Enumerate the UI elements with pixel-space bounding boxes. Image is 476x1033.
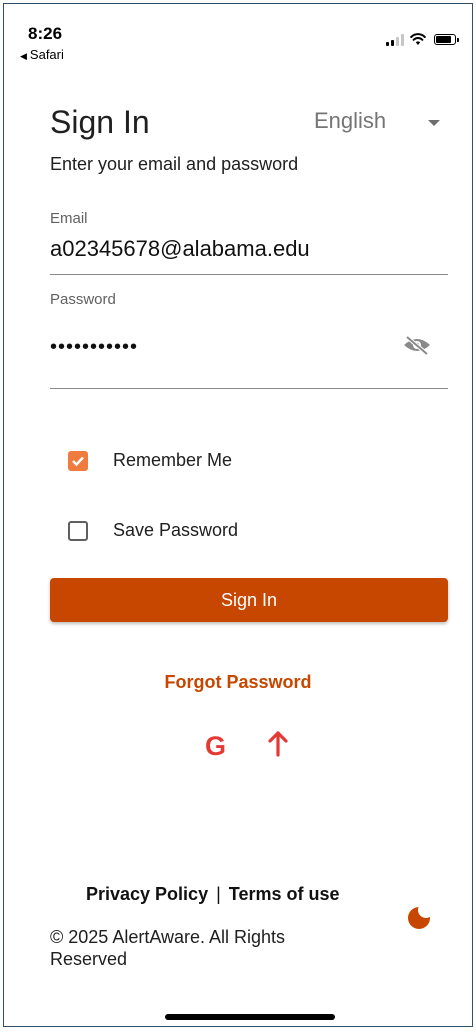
sign-in-button[interactable]: Sign In	[50, 578, 448, 622]
page-subtitle: Enter your email and password	[50, 154, 299, 174]
remember-me-label: Remember Me	[113, 450, 233, 470]
email-label: Email	[50, 210, 88, 227]
back-triangle-icon: ◀	[20, 51, 27, 61]
back-label: Safari	[29, 47, 64, 62]
status-time: 8:26	[28, 24, 63, 43]
language-select[interactable]: English	[314, 108, 386, 134]
wifi-icon	[410, 33, 426, 45]
hide-password-icon[interactable]	[402, 334, 432, 356]
save-password-row[interactable]: Save Password	[68, 520, 238, 541]
home-indicator	[165, 1014, 335, 1020]
checkmark-icon	[72, 456, 84, 466]
privacy-policy-link[interactable]: Privacy Policy	[86, 884, 208, 904]
chevron-down-icon[interactable]	[428, 120, 440, 126]
back-to-safari-link[interactable]: ◀ Safari	[20, 47, 64, 62]
battery-icon	[434, 34, 459, 45]
footer-separator: |	[216, 884, 221, 904]
footer-links: Privacy Policy | Terms of use	[86, 884, 339, 905]
terms-of-use-link[interactable]: Terms of use	[229, 884, 340, 904]
copyright-text: © 2025 AlertAware. All Rights Reserved	[50, 927, 286, 969]
password-field[interactable]: •••••••••••	[50, 336, 138, 359]
remember-me-checkbox[interactable]	[68, 450, 88, 471]
dark-mode-moon-icon[interactable]	[406, 904, 432, 930]
email-field[interactable]: a02345678@alabama.edu	[50, 236, 310, 262]
email-underline	[50, 274, 448, 275]
password-label: Password	[50, 291, 116, 308]
remember-me-row[interactable]: Remember Me	[68, 450, 232, 471]
status-bar: 8:26 ◀ Safari	[4, 4, 472, 68]
phone-screen: 8:26 ◀ Safari Sign In English Enter your …	[3, 3, 473, 1027]
arrow-up-icon[interactable]	[267, 730, 289, 758]
page-title: Sign In	[50, 104, 150, 140]
google-sign-in-icon[interactable]: G	[205, 731, 226, 762]
save-password-label: Save Password	[113, 520, 239, 540]
forgot-password-link[interactable]: Forgot Password	[4, 672, 472, 693]
save-password-checkbox[interactable]	[68, 520, 88, 541]
cellular-signal-icon	[386, 34, 404, 46]
password-underline	[50, 388, 448, 389]
